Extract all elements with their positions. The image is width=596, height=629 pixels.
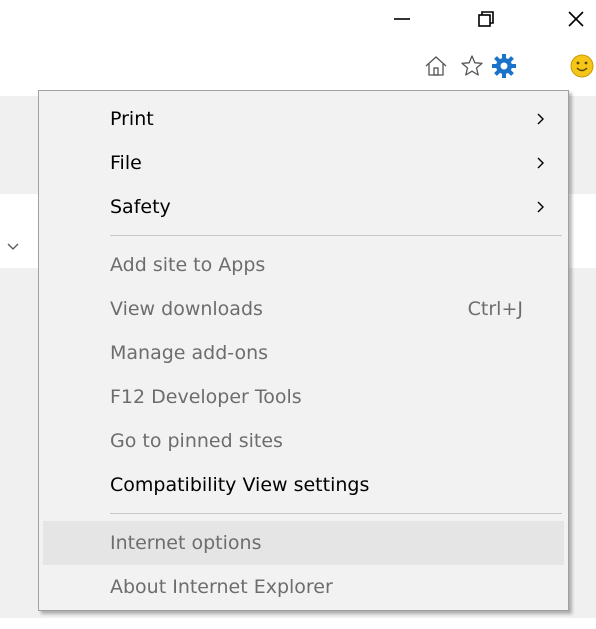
favorites-button[interactable]: [457, 51, 487, 81]
menu-item-shortcut: Ctrl+J: [467, 298, 523, 320]
menu-item-label: Add site to Apps: [110, 254, 266, 276]
menu-item-safety[interactable]: Safety: [43, 185, 564, 229]
menu-item-label: Manage add-ons: [110, 342, 269, 364]
close-button[interactable]: [556, 6, 596, 32]
menu-item-print[interactable]: Print: [43, 97, 564, 141]
menu-item-about-internet-explorer[interactable]: About Internet Explorer: [43, 565, 564, 609]
chevron-down-icon[interactable]: [6, 240, 20, 254]
menu-item-label: Safety: [110, 196, 171, 218]
menu-item-internet-options[interactable]: Internet options: [43, 521, 564, 565]
chevron-right-icon: [537, 201, 544, 213]
menu-item-label: View downloads: [110, 298, 263, 320]
menu-item-label: File: [110, 152, 142, 174]
menu-item-add-site-to-apps[interactable]: Add site to Apps: [43, 243, 564, 287]
feedback-smiley-icon: [570, 54, 594, 78]
close-icon: [568, 11, 584, 27]
minimize-button[interactable]: [382, 6, 422, 32]
menu-item-manage-add-ons[interactable]: Manage add-ons: [43, 331, 564, 375]
menu-separator: [110, 513, 562, 514]
menu-item-label: Go to pinned sites: [110, 430, 283, 452]
home-icon: [425, 56, 447, 76]
menu-item-compatibility-view-settings[interactable]: Compatibility View settings: [43, 463, 564, 507]
feedback-button[interactable]: [567, 51, 596, 81]
browser-window: Print File Safety Add site to Apps View …: [0, 0, 596, 629]
minimize-icon: [394, 18, 410, 20]
restore-icon: [478, 11, 494, 27]
menu-item-go-to-pinned-sites[interactable]: Go to pinned sites: [43, 419, 564, 463]
menu-separator: [110, 235, 562, 236]
tools-button[interactable]: [489, 51, 519, 81]
tools-menu: Print File Safety Add site to Apps View …: [38, 90, 569, 611]
favorites-star-icon: [461, 55, 483, 76]
menu-item-view-downloads[interactable]: View downloads Ctrl+J: [43, 287, 564, 331]
chevron-right-icon: [537, 157, 544, 169]
tools-gear-icon: [492, 54, 516, 78]
menu-item-label: About Internet Explorer: [110, 576, 333, 598]
home-button[interactable]: [421, 51, 451, 81]
menu-item-label: F12 Developer Tools: [110, 386, 302, 408]
menu-item-label: Compatibility View settings: [110, 474, 370, 496]
menu-item-file[interactable]: File: [43, 141, 564, 185]
chevron-right-icon: [537, 113, 544, 125]
menu-item-label: Print: [110, 108, 154, 130]
restore-button[interactable]: [466, 6, 506, 32]
menu-item-f12-developer-tools[interactable]: F12 Developer Tools: [43, 375, 564, 419]
menu-item-label: Internet options: [110, 532, 262, 554]
